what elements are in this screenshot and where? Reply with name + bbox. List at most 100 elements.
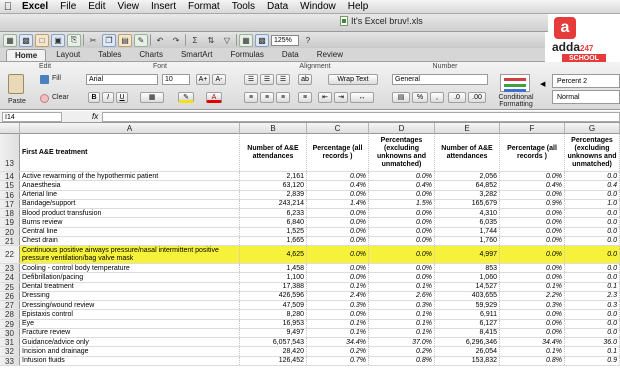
cell-c[interactable]: 0.3%: [307, 301, 369, 310]
tab-formulas[interactable]: Formulas: [223, 49, 272, 61]
cell-b[interactable]: 17,388: [240, 282, 307, 291]
menu-excel[interactable]: Excel: [16, 0, 54, 14]
cell-c[interactable]: 0.0%: [307, 190, 369, 199]
cell-f[interactable]: 0.0%: [500, 218, 565, 227]
cell-b[interactable]: 6,057,543: [240, 338, 307, 347]
cell-c[interactable]: 0.0%: [307, 310, 369, 319]
font-size-field[interactable]: 10: [162, 74, 190, 85]
row-number[interactable]: 19: [0, 218, 20, 227]
font-name-field[interactable]: Arial: [86, 74, 158, 85]
conditional-formatting-icon[interactable]: [500, 74, 530, 92]
borders-button[interactable]: ▦: [140, 92, 164, 103]
cell-a[interactable]: Burns review: [20, 218, 240, 227]
cell-b[interactable]: 63,120: [240, 181, 307, 190]
row-number[interactable]: 20: [0, 227, 20, 237]
cell-f[interactable]: 0.0%: [500, 310, 565, 319]
cell-e[interactable]: 403,655: [435, 291, 500, 300]
cell-c[interactable]: 0.0%: [307, 264, 369, 273]
autosum-icon[interactable]: Σ: [188, 34, 202, 47]
cell-e[interactable]: 4,310: [435, 209, 500, 218]
cell-c[interactable]: 0.1%: [307, 282, 369, 291]
cell-e[interactable]: 1,760: [435, 236, 500, 245]
row-number[interactable]: 22: [0, 246, 20, 263]
cell-g[interactable]: 0.0: [565, 209, 620, 218]
cell-f[interactable]: 0.1%: [500, 347, 565, 356]
menu-tools[interactable]: Tools: [226, 0, 261, 14]
row-number[interactable]: 16: [0, 190, 20, 200]
menu-file[interactable]: File: [54, 0, 82, 14]
row-number[interactable]: 21: [0, 236, 20, 246]
cell-d[interactable]: 37.0%: [369, 338, 435, 347]
cell-e[interactable]: 1,060: [435, 273, 500, 282]
col-header-a[interactable]: A: [20, 123, 240, 134]
cell-b[interactable]: 47,509: [240, 301, 307, 310]
row-number[interactable]: 13: [0, 134, 20, 171]
zoom-field[interactable]: 125%: [271, 34, 299, 46]
cell-d[interactable]: 0.0%: [369, 246, 435, 263]
cut-icon[interactable]: ✂: [86, 34, 100, 47]
cell-b[interactable]: 6,840: [240, 218, 307, 227]
merge-button[interactable]: ↔: [350, 92, 374, 103]
cell-b[interactable]: 126,452: [240, 356, 307, 365]
cell-e[interactable]: 6,035: [435, 218, 500, 227]
row-number[interactable]: 33: [0, 356, 20, 366]
cell-c[interactable]: 0.0%: [307, 172, 369, 181]
cell-d[interactable]: 0.0%: [369, 190, 435, 199]
paste-label[interactable]: Paste: [8, 98, 26, 105]
tab-tables[interactable]: Tables: [90, 49, 129, 61]
cell-c[interactable]: 0.1%: [307, 328, 369, 337]
align-left-button[interactable]: ≡: [244, 92, 258, 103]
cell-d[interactable]: 0.1%: [369, 319, 435, 328]
grow-font-button[interactable]: A+: [196, 74, 210, 85]
row-number[interactable]: 26: [0, 291, 20, 301]
cell-f[interactable]: 0.0%: [500, 319, 565, 328]
cell-g[interactable]: 0.3: [565, 301, 620, 310]
cell-f[interactable]: 2.2%: [500, 291, 565, 300]
cell-c[interactable]: 2.4%: [307, 291, 369, 300]
cell-f[interactable]: 0.8%: [500, 356, 565, 365]
cell-c[interactable]: 0.2%: [307, 347, 369, 356]
cell-a[interactable]: Dressing/wound review: [20, 301, 240, 310]
italic-button[interactable]: I: [102, 92, 114, 103]
row-number[interactable]: 27: [0, 301, 20, 310]
cell-g[interactable]: 0.0: [565, 190, 620, 199]
cell-e[interactable]: 64,852: [435, 181, 500, 190]
cell-f[interactable]: 0.0%: [500, 209, 565, 218]
save-icon[interactable]: ▣: [51, 33, 65, 47]
cell-a[interactable]: Bandage/support: [20, 199, 240, 208]
cell-f[interactable]: 0.0%: [500, 236, 565, 245]
tab-smartart[interactable]: SmartArt: [173, 49, 221, 61]
style-percent2[interactable]: Percent 2: [552, 74, 620, 88]
cell-f[interactable]: 0.0%: [500, 264, 565, 273]
row-number[interactable]: 30: [0, 328, 20, 338]
row-number[interactable]: 15: [0, 181, 20, 190]
style-normal[interactable]: Normal: [552, 90, 620, 104]
cell-f[interactable]: 0.0%: [500, 190, 565, 199]
align-center-button[interactable]: ≡: [260, 92, 274, 103]
redo-icon[interactable]: ↷: [169, 34, 183, 47]
filter-icon[interactable]: ▽: [220, 34, 234, 47]
fill-button[interactable]: Fill: [52, 75, 61, 82]
cell-d[interactable]: 0.0%: [369, 227, 435, 236]
cell-g[interactable]: 0.0: [565, 319, 620, 328]
cell-a[interactable]: Dental treatment: [20, 282, 240, 291]
row-number[interactable]: 18: [0, 209, 20, 218]
cell-a[interactable]: Defibrillation/pacing: [20, 273, 240, 282]
cell-g[interactable]: 0.0: [565, 236, 620, 245]
row-number[interactable]: 14: [0, 172, 20, 181]
cell-b[interactable]: 16,953: [240, 319, 307, 328]
help-icon[interactable]: ?: [301, 34, 315, 47]
cell-e[interactable]: 2,056: [435, 172, 500, 181]
cell-e[interactable]: 8,415: [435, 328, 500, 337]
cell-c[interactable]: 0.0%: [307, 227, 369, 236]
menu-data[interactable]: Data: [261, 0, 294, 14]
cell-a[interactable]: Chest drain: [20, 236, 240, 245]
wrap-text-button[interactable]: Wrap Text: [328, 74, 378, 85]
conditional-formatting-label[interactable]: Conditional Formatting: [496, 94, 536, 108]
cell-d[interactable]: 0.0%: [369, 273, 435, 282]
cell-g[interactable]: 1.0: [565, 199, 620, 208]
cell-b[interactable]: 1,458: [240, 264, 307, 273]
cell-c[interactable]: 0.0%: [307, 236, 369, 245]
new-sheet-icon[interactable]: ▩: [19, 33, 33, 47]
row-number[interactable]: 25: [0, 282, 20, 292]
